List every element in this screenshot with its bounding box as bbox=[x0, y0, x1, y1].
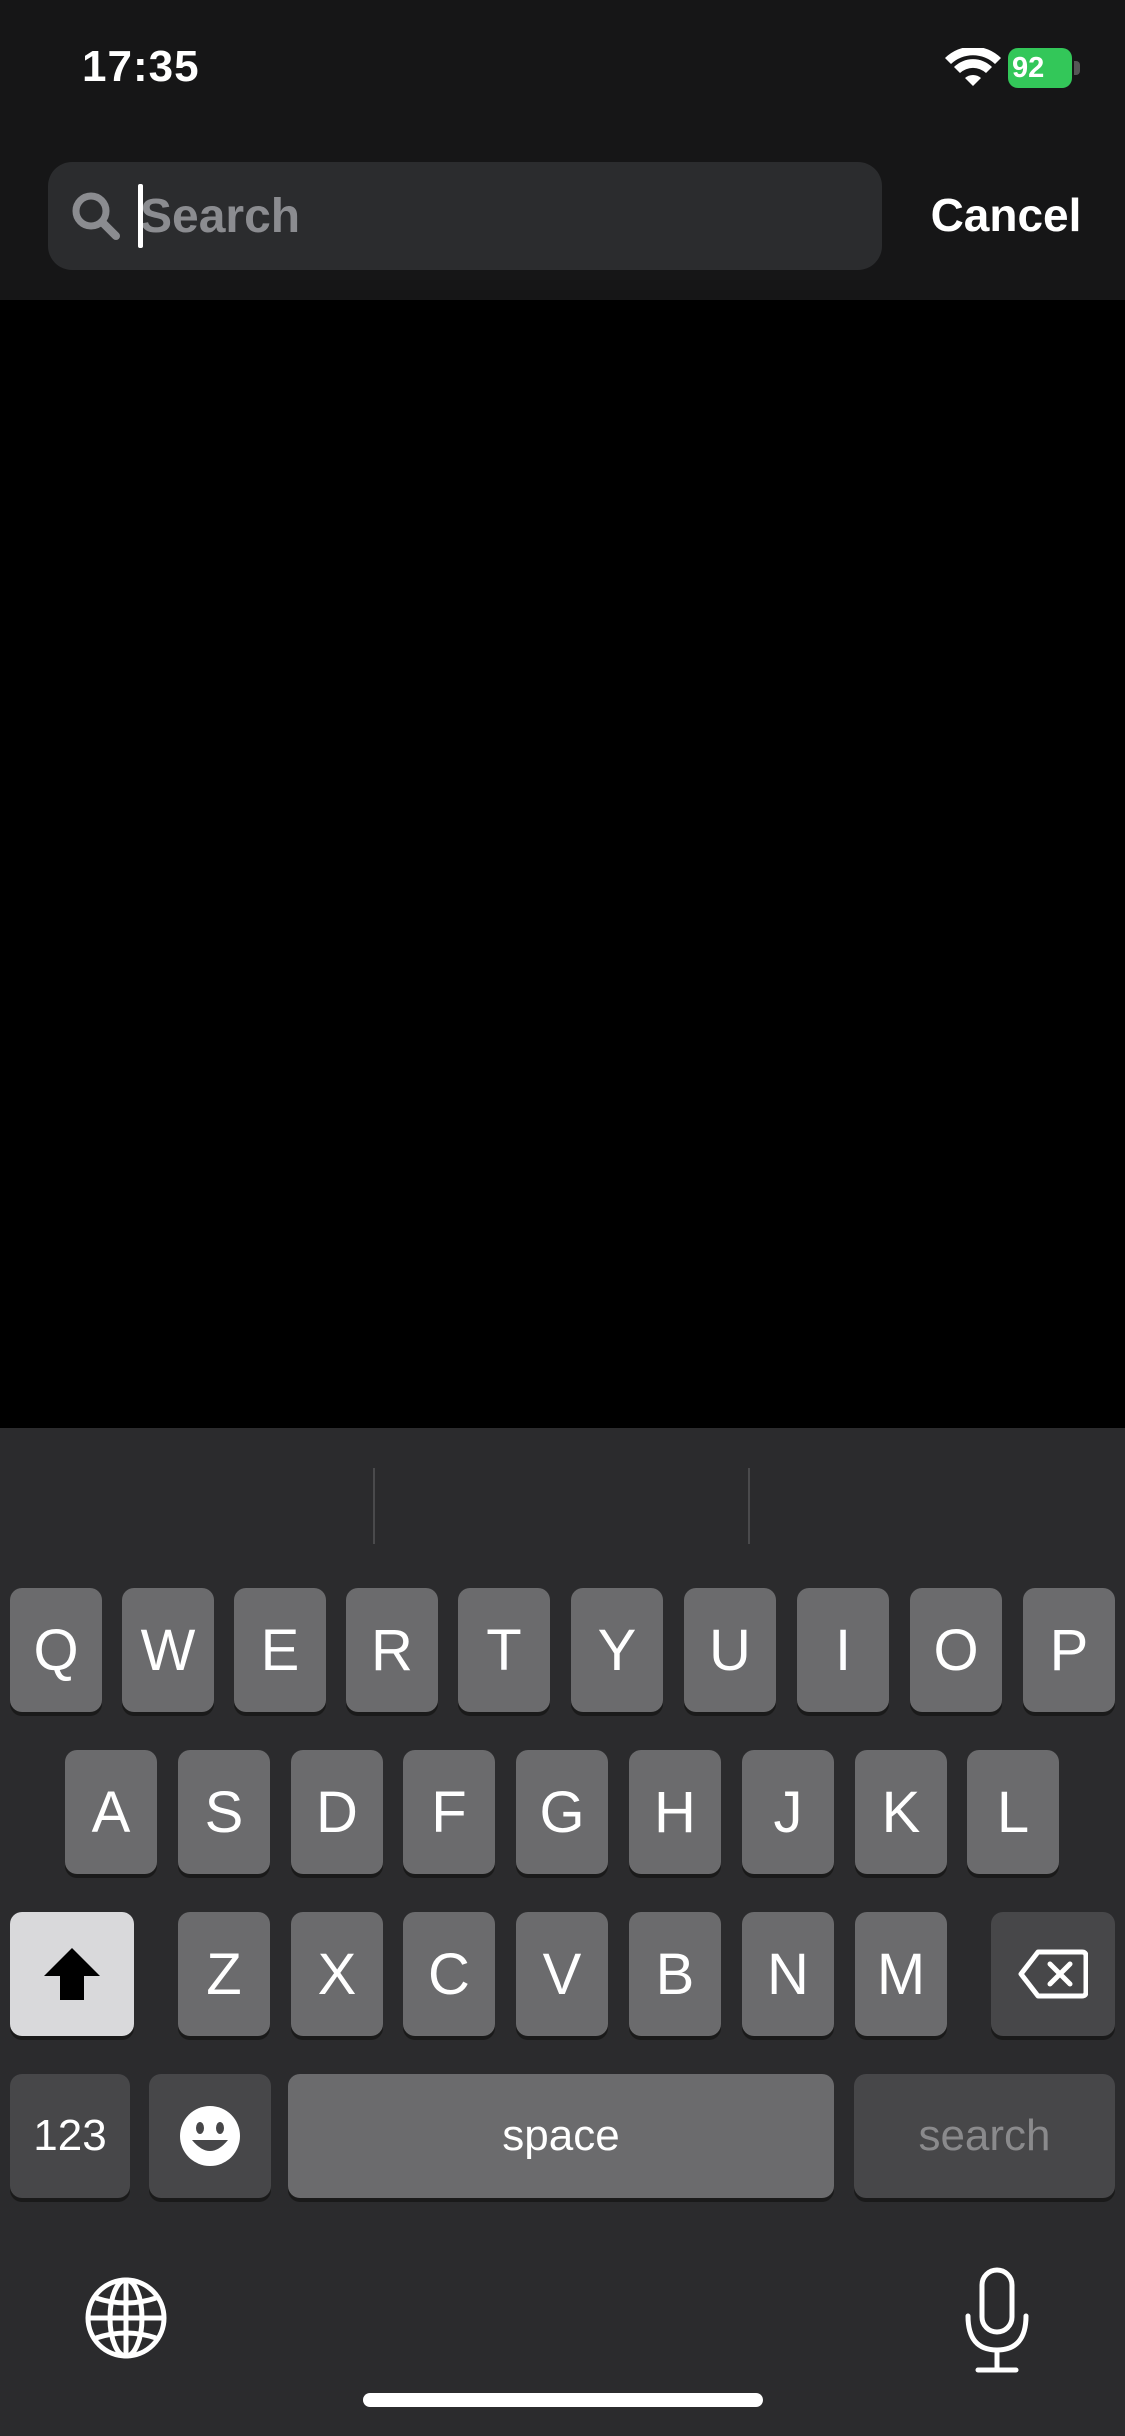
key-g[interactable]: G bbox=[516, 1750, 608, 1874]
key-m[interactable]: M bbox=[855, 1912, 947, 2036]
key-i[interactable]: I bbox=[797, 1588, 889, 1712]
status-time: 17:35 bbox=[82, 42, 200, 91]
top-header: 17:35 92 Cancel bbox=[0, 0, 1125, 300]
shift-icon bbox=[44, 1948, 100, 2000]
key-t[interactable]: T bbox=[458, 1588, 550, 1712]
key-b[interactable]: B bbox=[629, 1912, 721, 2036]
home-indicator[interactable] bbox=[363, 2393, 763, 2407]
emoji-icon bbox=[180, 2106, 240, 2166]
key-x[interactable]: X bbox=[291, 1912, 383, 2036]
search-input[interactable] bbox=[140, 180, 840, 252]
key-v[interactable]: V bbox=[516, 1912, 608, 2036]
globe-icon[interactable] bbox=[84, 2276, 168, 2360]
key-p[interactable]: P bbox=[1023, 1588, 1115, 1712]
key-d[interactable]: D bbox=[291, 1750, 383, 1874]
key-z[interactable]: Z bbox=[178, 1912, 270, 2036]
battery-icon: 92 bbox=[1008, 48, 1080, 88]
wifi-icon bbox=[945, 48, 1001, 86]
suggestion-divider bbox=[373, 1468, 375, 1544]
key-n[interactable]: N bbox=[742, 1912, 834, 2036]
key-c[interactable]: C bbox=[403, 1912, 495, 2036]
key-a[interactable]: A bbox=[65, 1750, 157, 1874]
key-r[interactable]: R bbox=[346, 1588, 438, 1712]
key-u[interactable]: U bbox=[684, 1588, 776, 1712]
key-q[interactable]: Q bbox=[10, 1588, 102, 1712]
emoji-key[interactable] bbox=[149, 2074, 271, 2198]
battery-level: 92 bbox=[1012, 52, 1045, 84]
key-l[interactable]: L bbox=[967, 1750, 1059, 1874]
backspace-icon bbox=[1018, 1949, 1088, 1999]
shift-key[interactable] bbox=[10, 1912, 134, 2036]
key-s[interactable]: S bbox=[178, 1750, 270, 1874]
microphone-icon[interactable] bbox=[960, 2266, 1034, 2376]
search-key[interactable]: search bbox=[854, 2074, 1115, 2198]
key-j[interactable]: J bbox=[742, 1750, 834, 1874]
keyboard: Q W E R T Y U I O P A S D F G H J K L Z … bbox=[0, 1428, 1125, 2436]
key-k[interactable]: K bbox=[855, 1750, 947, 1874]
numbers-key[interactable]: 123 bbox=[10, 2074, 130, 2198]
key-e[interactable]: E bbox=[234, 1588, 326, 1712]
key-f[interactable]: F bbox=[403, 1750, 495, 1874]
cancel-button[interactable]: Cancel bbox=[906, 182, 1106, 248]
search-icon bbox=[72, 192, 120, 240]
key-h[interactable]: H bbox=[629, 1750, 721, 1874]
suggestion-divider bbox=[748, 1468, 750, 1544]
backspace-key[interactable] bbox=[991, 1912, 1115, 2036]
search-field[interactable] bbox=[48, 162, 882, 270]
key-w[interactable]: W bbox=[122, 1588, 214, 1712]
space-key[interactable]: space bbox=[288, 2074, 834, 2198]
key-o[interactable]: O bbox=[910, 1588, 1002, 1712]
text-caret bbox=[138, 184, 143, 248]
key-y[interactable]: Y bbox=[571, 1588, 663, 1712]
